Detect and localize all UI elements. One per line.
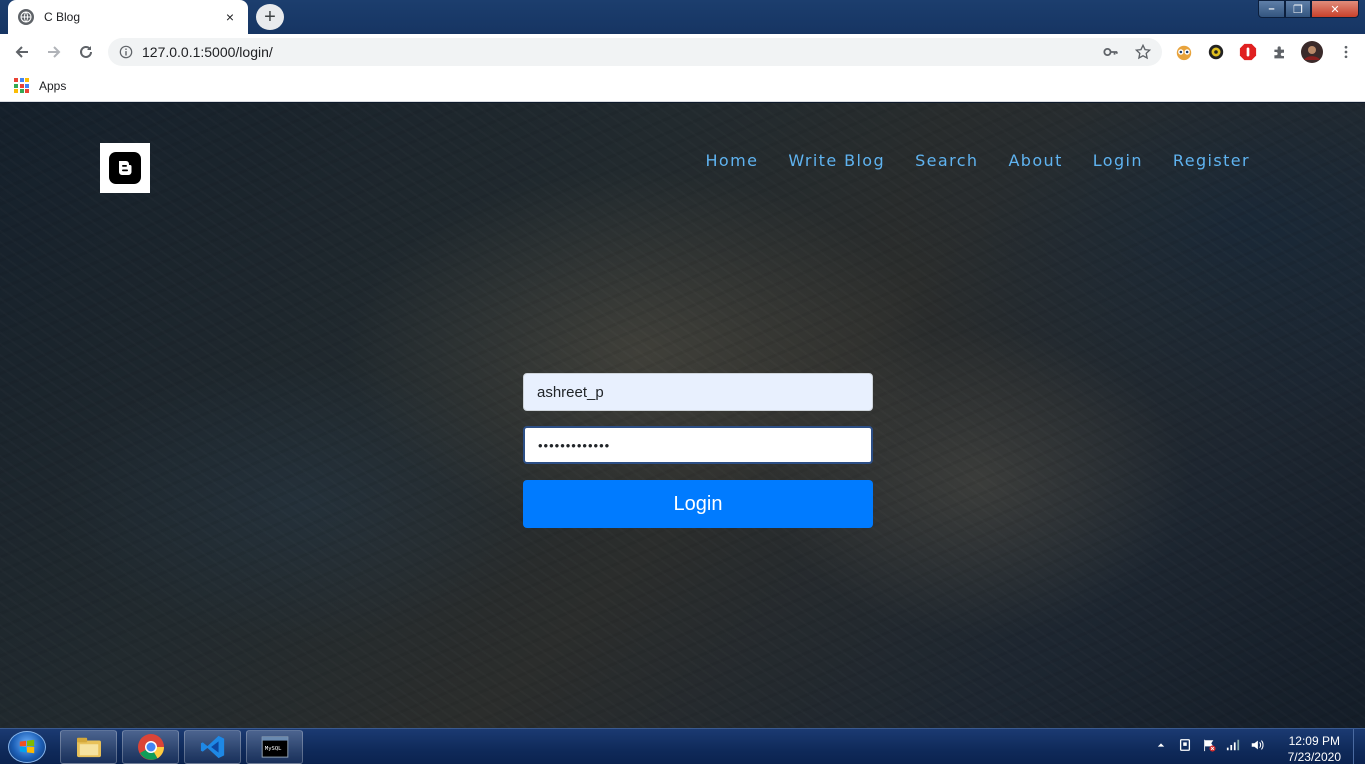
nav-search[interactable]: Search [915, 151, 978, 170]
arrow-left-icon [15, 46, 28, 58]
browser-toolbar: 127.0.0.1:5000/login/ [0, 34, 1365, 70]
bookmarks-bar: Apps [0, 70, 1365, 102]
clock-date: 7/23/2020 [1287, 750, 1341, 764]
nav-write-blog[interactable]: Write Blog [788, 151, 885, 170]
key-icon[interactable] [1102, 43, 1120, 61]
maximize-button[interactable]: ❐ [1285, 0, 1311, 18]
windows-logo-icon [19, 739, 35, 754]
reload-icon [80, 45, 92, 58]
owl-extension-icon[interactable] [1174, 42, 1194, 62]
bookmark-star-icon[interactable] [1134, 43, 1152, 61]
volume-icon[interactable] [1249, 737, 1265, 753]
new-tab-button[interactable]: + [256, 4, 284, 30]
target-extension-icon[interactable] [1206, 42, 1226, 62]
nav-about[interactable]: About [1008, 151, 1062, 170]
vscode-icon [200, 735, 224, 759]
minimize-button[interactable]: – [1258, 0, 1285, 18]
show-desktop-button[interactable] [1353, 729, 1365, 764]
tab-title: C Blog [44, 10, 81, 24]
tab-close-icon[interactable]: × [222, 9, 238, 25]
show-hidden-icons-icon[interactable] [1153, 737, 1169, 753]
login-button[interactable]: Login [523, 480, 873, 528]
windows-taskbar: MySQL 12:09 PM 7/23/2020 [0, 728, 1365, 764]
profile-avatar[interactable] [1301, 41, 1323, 63]
clock-time: 12:09 PM [1288, 734, 1340, 748]
blogger-logo[interactable] [100, 143, 150, 193]
main-nav: Home Write Blog Search About Login Regis… [706, 151, 1251, 170]
network-signal-icon[interactable] [1225, 737, 1241, 753]
apps-bookmark[interactable]: Apps [39, 79, 66, 93]
file-explorer-icon [76, 737, 101, 758]
back-button[interactable] [10, 40, 34, 64]
vscode-taskbar-button[interactable] [184, 730, 241, 764]
username-field[interactable]: ashreet_p [523, 373, 873, 411]
mysql-terminal-icon: MySQL [261, 736, 288, 758]
system-clock[interactable]: 12:09 PM 7/23/2020 [1288, 733, 1341, 764]
system-tray [1153, 737, 1265, 753]
forward-button[interactable] [42, 40, 66, 64]
nav-login[interactable]: Login [1093, 151, 1143, 170]
window-controls: – ❐ ✕ [1258, 0, 1359, 18]
extensions-puzzle-icon[interactable] [1270, 42, 1290, 62]
nav-register[interactable]: Register [1173, 151, 1250, 170]
url-text[interactable]: 127.0.0.1:5000/login/ [142, 44, 1088, 60]
page-body: Home Write Blog Search About Login Regis… [0, 103, 1365, 728]
password-field[interactable]: ••••••••••••• [523, 426, 873, 464]
blogger-b-icon [109, 152, 141, 184]
chrome-taskbar-button[interactable] [122, 730, 179, 764]
file-explorer-button[interactable] [60, 730, 117, 764]
reload-button[interactable] [74, 40, 98, 64]
mysql-terminal-button[interactable]: MySQL [246, 730, 303, 764]
browser-titlebar: C Blog × + – ❐ ✕ [0, 0, 1365, 34]
mysql-label: MySQL [264, 746, 281, 752]
browser-menu-icon[interactable] [1336, 42, 1356, 62]
site-info-icon[interactable] [118, 44, 134, 60]
address-bar[interactable]: 127.0.0.1:5000/login/ [108, 38, 1162, 66]
close-window-button[interactable]: ✕ [1311, 0, 1359, 18]
device-icon[interactable] [1177, 737, 1193, 753]
globe-icon [18, 9, 34, 25]
adblock-extension-icon[interactable] [1238, 42, 1258, 62]
start-button[interactable] [8, 731, 46, 763]
nav-home[interactable]: Home [706, 151, 759, 170]
action-center-flag-icon[interactable] [1201, 737, 1217, 753]
arrow-right-icon [48, 46, 61, 58]
apps-grid-icon[interactable] [14, 78, 29, 93]
login-form: ashreet_p ••••••••••••• Login [523, 373, 873, 528]
browser-tab[interactable]: C Blog × [8, 0, 248, 34]
chrome-icon [137, 734, 164, 760]
